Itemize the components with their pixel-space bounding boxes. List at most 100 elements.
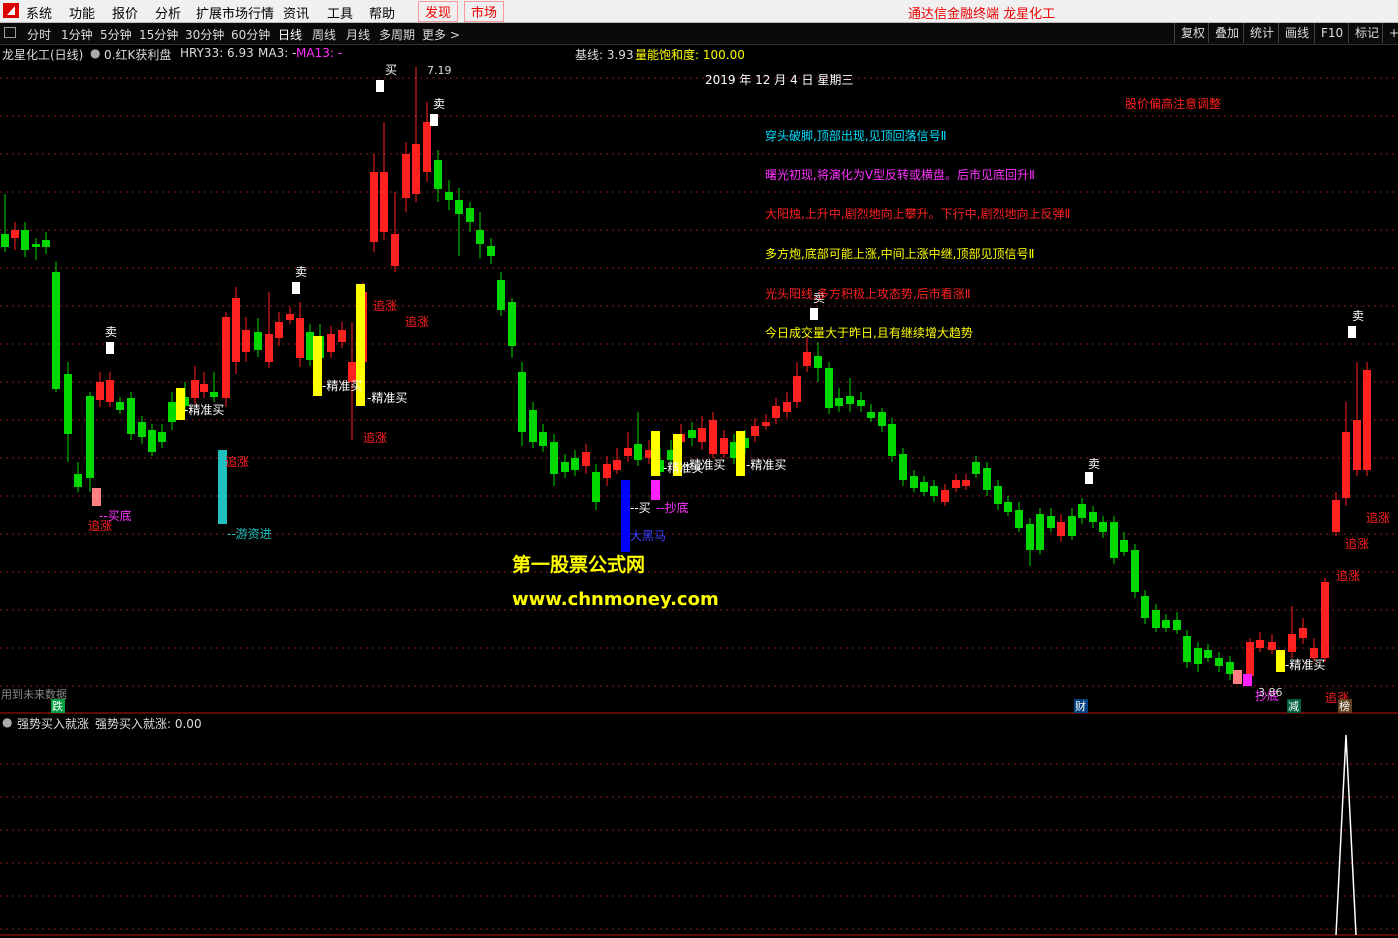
period-monthly[interactable]: 月线 xyxy=(346,26,370,43)
menu-quote[interactable]: 报价 xyxy=(112,3,138,22)
menu-help[interactable]: 帮助 xyxy=(369,3,395,22)
candle-body xyxy=(1363,370,1371,470)
candle-body xyxy=(508,302,516,346)
menu-discover[interactable]: 发现 xyxy=(418,1,459,22)
candle-body xyxy=(910,476,918,488)
buy-dash-label: --买 xyxy=(630,501,651,515)
date-label: 2019 年 12 月 4 日 星期三 xyxy=(705,73,853,87)
signal-bar xyxy=(651,480,660,500)
btn-statistics[interactable]: 统计 xyxy=(1243,23,1280,43)
legend-text: 穿头破脚,顶部出现,见顶回落信号Ⅱ xyxy=(765,128,947,143)
candle-body xyxy=(962,480,970,486)
candle-body xyxy=(603,464,611,478)
candlestick-chart[interactable]: 卖卖卖卖卖卖买追涨追涨追涨追涨追涨追涨追涨追涨追涨-精准买-精准买-精准买-精准… xyxy=(0,62,1398,714)
candle-body xyxy=(941,490,949,502)
btn-add[interactable]: + xyxy=(1382,23,1398,43)
btn-overlay[interactable]: 叠加 xyxy=(1208,23,1245,43)
precise-buy-label: -精准买 xyxy=(746,458,786,472)
period-15min[interactable]: 15分钟 xyxy=(139,26,178,43)
candle-body xyxy=(1099,522,1107,532)
precise-buy-label: -精准买 xyxy=(1285,658,1325,672)
candle-body xyxy=(455,200,463,214)
btn-restore-rights[interactable]: 复权 xyxy=(1174,23,1211,43)
candle-body xyxy=(74,474,82,487)
btn-drawline[interactable]: 画线 xyxy=(1278,23,1315,43)
menu-market[interactable]: 市场 xyxy=(464,1,505,22)
period-30min[interactable]: 30分钟 xyxy=(185,26,224,43)
candle-body xyxy=(338,330,346,342)
chase-label: 追涨 xyxy=(363,430,387,445)
candle-body xyxy=(148,430,156,452)
menu-news[interactable]: 资讯 xyxy=(283,3,309,22)
period-daily[interactable]: 日线 xyxy=(278,26,302,43)
candle-body xyxy=(127,398,135,434)
candle-body xyxy=(32,244,40,247)
candle-body xyxy=(1353,420,1361,470)
period-weekly[interactable]: 周线 xyxy=(312,26,336,43)
chase-label: 追涨 xyxy=(373,298,397,313)
candle-body xyxy=(1,234,9,247)
period-multi[interactable]: 多周期 xyxy=(379,26,415,43)
candle-body xyxy=(1173,620,1181,630)
candle-body xyxy=(920,482,928,492)
menu-tools[interactable]: 工具 xyxy=(327,3,353,22)
ma13-value: MA13: - xyxy=(296,46,343,60)
watermark-url: www.chnmoney.com xyxy=(512,589,719,610)
candle-body xyxy=(688,430,696,438)
indicator-info-bar: 龙星化工(日线) ● 0.红K获利盘 HRY33: 6.93 MA3: - MA… xyxy=(0,45,1398,62)
sub-indicator-bar: ● 强势买入就涨 强势买入就涨: 0.00 xyxy=(0,714,1398,731)
sub-indicator-menu-icon[interactable]: ● xyxy=(2,715,12,729)
chase-label: 追涨 xyxy=(1366,510,1390,525)
candle-body xyxy=(930,486,938,496)
menu-extended-market[interactable]: 扩展市场行情 xyxy=(196,3,274,22)
candle-body xyxy=(296,318,304,358)
legend-text: 多方炮,底部可能上涨,中间上涨中继,顶部见顶信号Ⅱ xyxy=(765,246,1034,261)
menu-analysis[interactable]: 分析 xyxy=(155,3,181,22)
period-5min[interactable]: 5分钟 xyxy=(100,26,132,43)
candle-body xyxy=(286,314,294,320)
period-more[interactable]: 更多 > xyxy=(422,26,460,43)
candle-body xyxy=(158,432,166,442)
legend-text: 大阳烛,上升中,剧烈地向上攀升。下行中,剧烈地向上反弹Ⅱ xyxy=(765,206,1070,221)
precise-buy-label: -精准买 xyxy=(322,379,362,393)
candle-body xyxy=(592,472,600,502)
indicator-name[interactable]: 0.红K获利盘 xyxy=(104,46,171,63)
signal-bar xyxy=(1233,670,1242,684)
period-60min[interactable]: 60分钟 xyxy=(231,26,270,43)
period-intraday[interactable]: 分时 xyxy=(27,26,51,43)
period-1min[interactable]: 1分钟 xyxy=(61,26,93,43)
sub-indicator-chart[interactable] xyxy=(0,730,1398,938)
btn-mark[interactable]: 标记 xyxy=(1348,23,1385,43)
candle-body xyxy=(814,356,822,368)
candle-body xyxy=(1310,648,1318,658)
candle-body xyxy=(1162,620,1170,628)
indicator-menu-icon[interactable]: ● xyxy=(90,46,100,60)
chase-label: 追涨 xyxy=(1345,536,1369,551)
sell-label: 卖 xyxy=(105,325,117,339)
sub-chart-grid xyxy=(0,763,1398,936)
btn-f10[interactable]: F10 xyxy=(1314,23,1349,43)
candle-body xyxy=(1268,642,1276,650)
signal-bar xyxy=(1276,650,1285,672)
candle-body xyxy=(1004,502,1012,512)
sell-label: 卖 xyxy=(1088,457,1100,471)
menu-function[interactable]: 功能 xyxy=(69,3,95,22)
pattern-legend: 股价偏高注意调整穿头破脚,顶部出现,见顶回落信号Ⅱ 曙光初现,将演化为V型反转或横… xyxy=(765,96,1221,340)
candle-body xyxy=(835,398,843,406)
chart-grid xyxy=(0,77,1398,714)
candle-body xyxy=(391,234,399,266)
candle-body xyxy=(423,122,431,172)
candle-body xyxy=(265,334,273,362)
candle-body xyxy=(539,432,547,446)
legend-text: 曙光初现,将演化为V型反转或横盘。后市见底回升Ⅱ xyxy=(765,167,1035,182)
chase-label: 追涨 xyxy=(405,314,429,329)
legend-text: 光头阳线,多方积极上攻态势,后市看涨Ⅱ xyxy=(765,286,971,301)
buy-label: 买 xyxy=(385,63,397,77)
menu-bar: 系统 功能 报价 分析 扩展市场行情 资讯 工具 帮助 发现 市场 通达信金融终… xyxy=(0,0,1398,23)
candle-body xyxy=(582,452,590,466)
candle-body xyxy=(783,402,791,412)
panel-toggle-icon[interactable] xyxy=(4,27,16,38)
precise-buy-label: -精准买 xyxy=(184,403,224,417)
menu-system[interactable]: 系统 xyxy=(26,3,52,22)
candle-body xyxy=(1215,658,1223,666)
